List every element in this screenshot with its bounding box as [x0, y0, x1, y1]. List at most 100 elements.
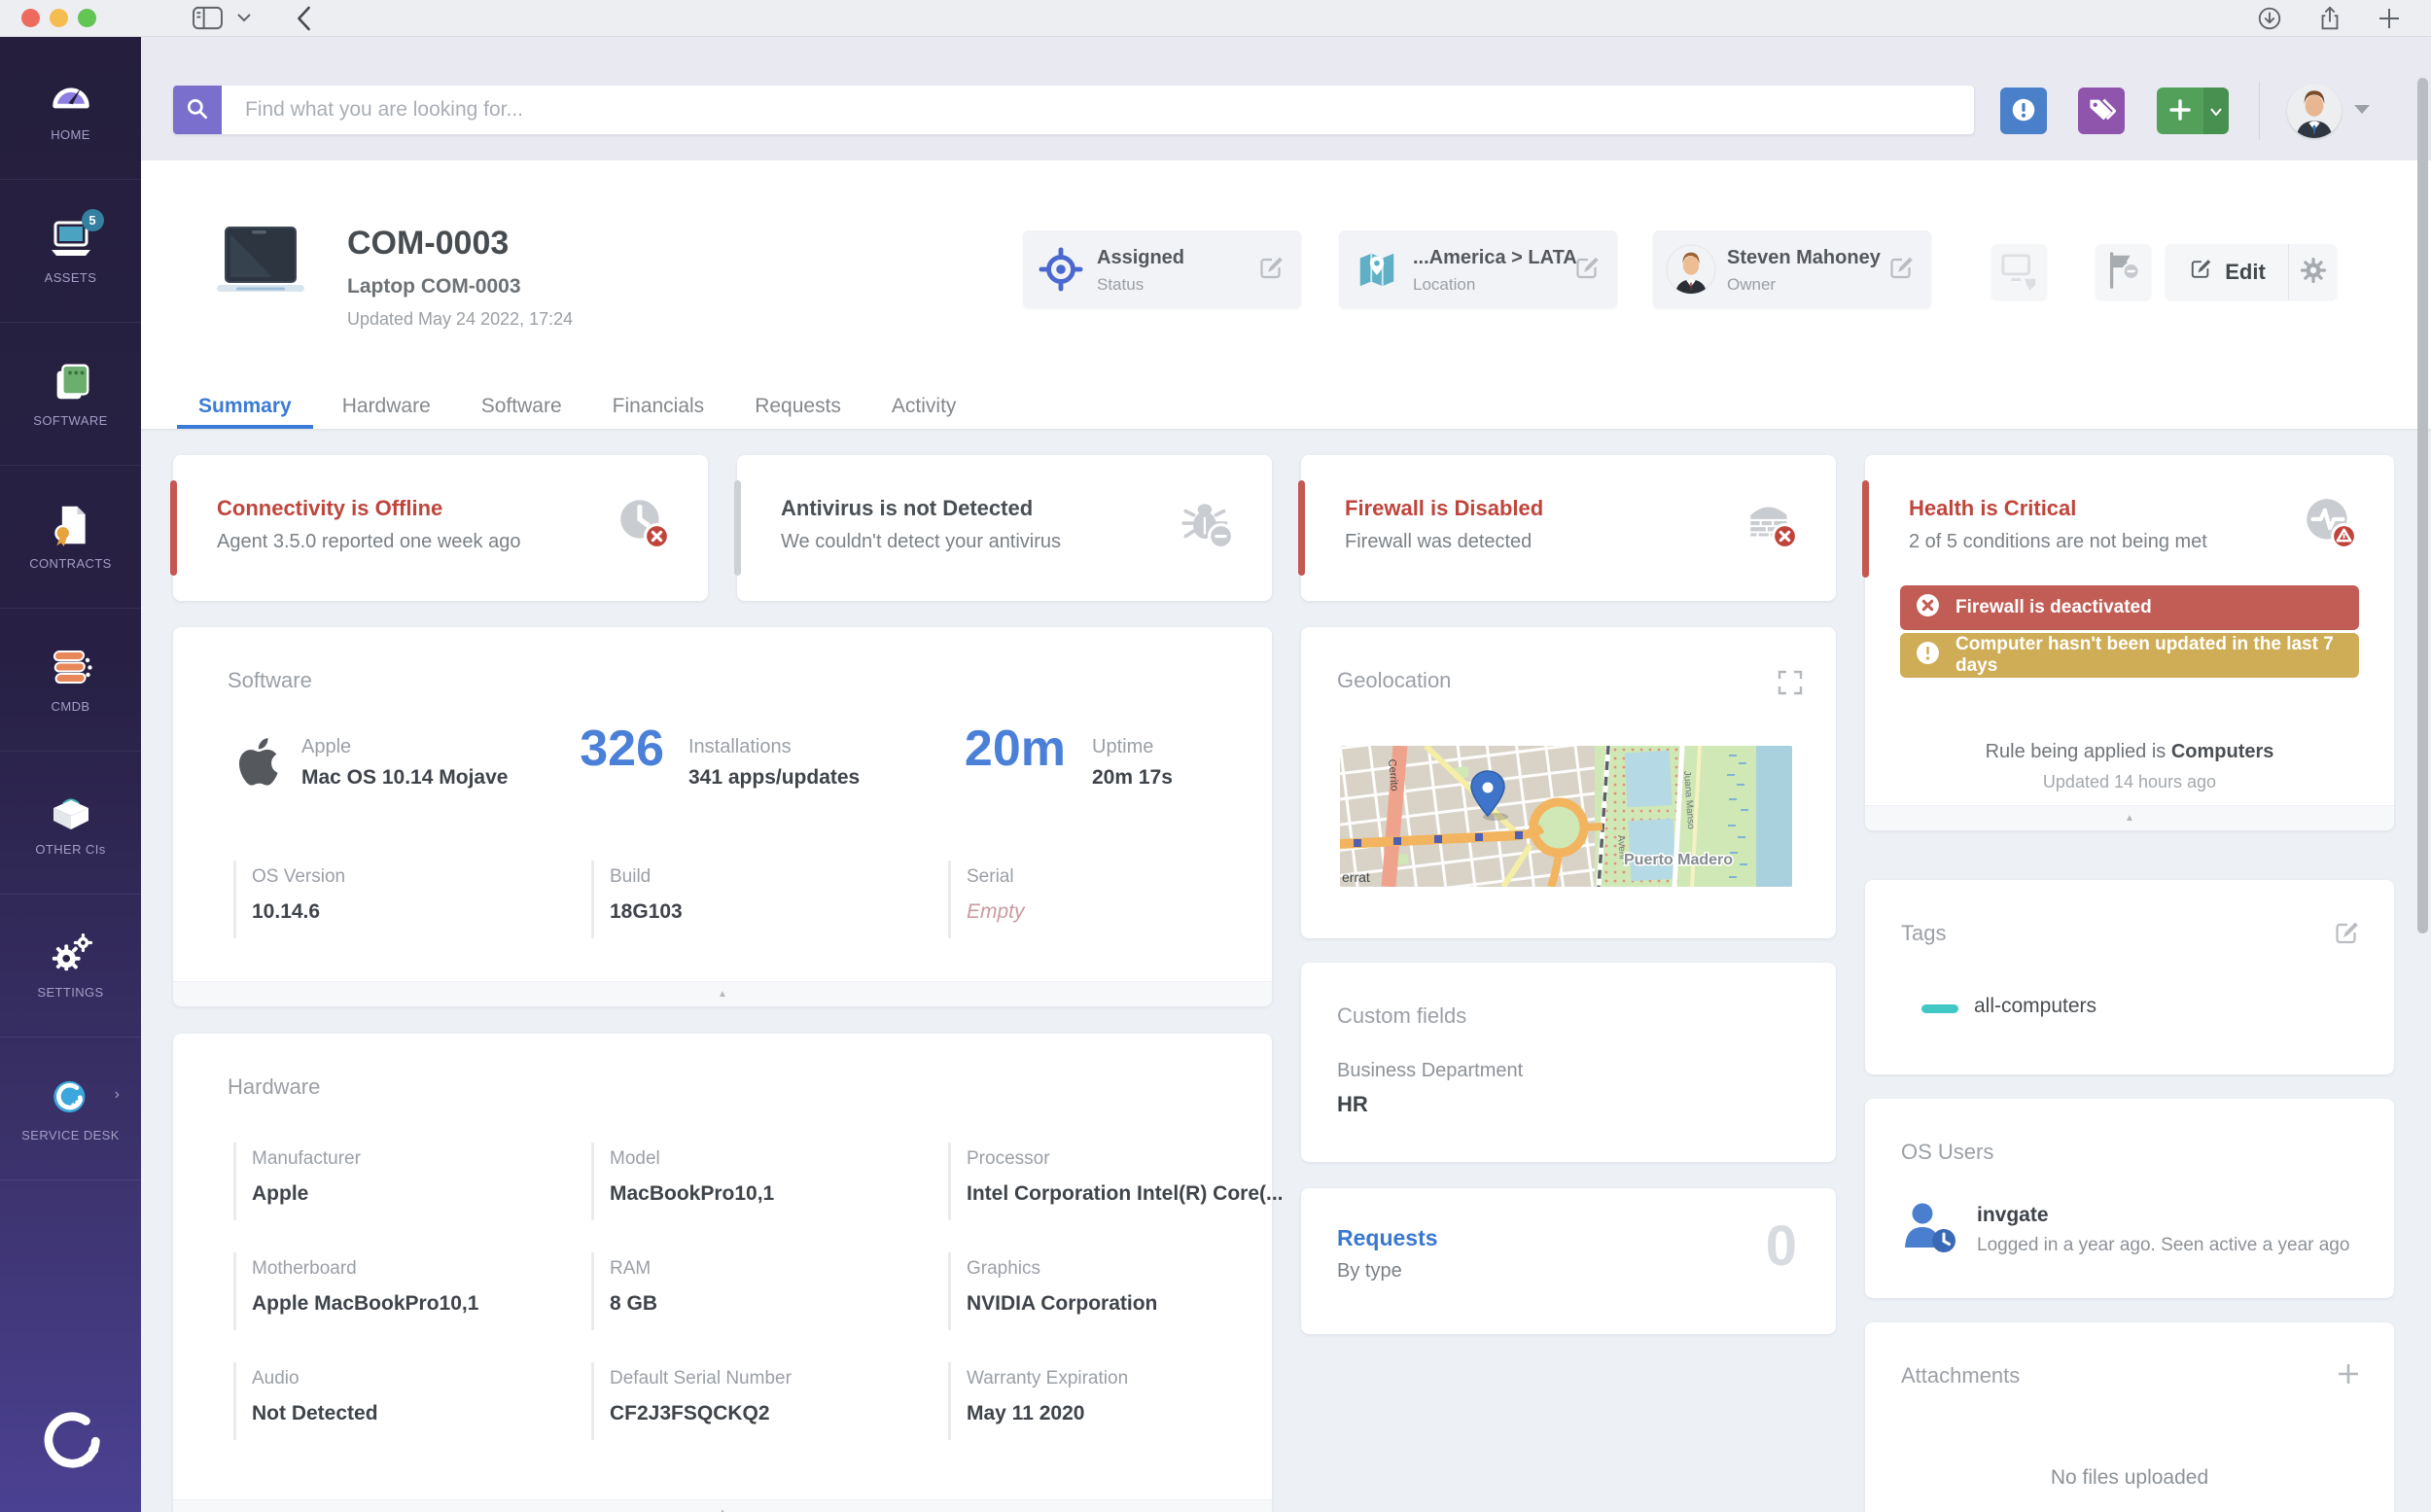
remote-connection-button[interactable] [1991, 244, 2047, 299]
hardware-field: Manufacturer Apple [233, 1143, 564, 1220]
requests-count: 0 [1765, 1214, 1797, 1278]
user-avatar[interactable] [2287, 84, 2342, 138]
firewall-wall-icon [1743, 494, 1799, 555]
tab-activity[interactable]: Activity [866, 384, 982, 429]
traffic-lights [21, 9, 96, 27]
flag-button[interactable] [2096, 244, 2151, 299]
add-attachment-icon[interactable] [2336, 1361, 2361, 1391]
chevron-down-icon[interactable] [237, 14, 251, 22]
tab-financials[interactable]: Financials [587, 384, 730, 429]
asset-subtitle: Laptop COM-0003 [347, 275, 521, 298]
tab-software[interactable]: Software [456, 384, 587, 429]
sidebar-item-contracts[interactable]: CONTRACTS [0, 466, 141, 609]
new-tab-icon[interactable] [2377, 6, 2402, 31]
health-rule-line: Rule being applied is Computers [1985, 741, 2274, 762]
antivirus-bug-icon [1179, 494, 1235, 555]
browser-back-button[interactable] [296, 5, 312, 32]
alert-title: Antivirus is not Detected [781, 496, 1034, 520]
status-value: Assigned [1097, 247, 1185, 268]
search-icon [185, 96, 210, 124]
sidebar-item-label: CONTRACTS [29, 556, 112, 571]
os-user-name: invgate [1977, 1204, 2049, 1226]
search-input[interactable] [222, 86, 1974, 134]
edit-owner-icon[interactable] [1886, 254, 1916, 288]
os-user-activity: Logged in a year ago. Seen active a year… [1977, 1235, 2350, 1255]
summary-content: Connectivity is Offline Agent 3.5.0 repo… [141, 430, 2431, 1512]
software-boxes-icon [48, 360, 94, 404]
minimize-window-button[interactable] [50, 9, 68, 27]
share-icon[interactable] [2316, 5, 2343, 32]
software-field: Build 18G103 [591, 861, 922, 938]
collapse-card-button[interactable]: ▲ [173, 1499, 1272, 1512]
health-rule-name: Computers [2170, 741, 2274, 762]
close-window-button[interactable] [21, 9, 40, 27]
attachments-empty-text: No files uploaded [2050, 1466, 2209, 1489]
sidebar-item-settings[interactable]: SETTINGS [0, 895, 141, 1037]
status-target-icon [1039, 247, 1083, 297]
edit-status-icon[interactable] [1256, 254, 1286, 288]
circle-x-icon [1916, 593, 1940, 623]
info-button[interactable] [2000, 88, 2047, 134]
health-updated: Updated 14 hours ago [2042, 772, 2217, 791]
download-icon[interactable] [2256, 5, 2283, 32]
sidebar-item-other-cis[interactable]: OTHER CIs [0, 752, 141, 895]
software-field: OS Version 10.14.6 [233, 861, 564, 938]
antivirus-alert-card: Antivirus is not Detected We couldn't de… [734, 455, 1272, 601]
user-menu-caret-icon[interactable] [2354, 105, 2370, 114]
tab-requests[interactable]: Requests [729, 384, 866, 429]
asset-settings-button[interactable] [2288, 244, 2337, 299]
user-clock-icon [1901, 1200, 1961, 1259]
sidebar-item-label: SERVICE DESK [21, 1128, 120, 1143]
sidebar-item-label: CMDB [51, 699, 90, 714]
collapse-card-button[interactable]: ▲ [1865, 805, 2394, 830]
scrollbar[interactable] [2417, 78, 2428, 933]
edit-location-icon[interactable] [1572, 254, 1602, 288]
search-button[interactable] [173, 86, 222, 134]
tags-card: Tags all-computers [1865, 880, 2394, 1074]
software-card-title: Software [228, 668, 312, 692]
sidebar-item-software[interactable]: SOFTWARE [0, 323, 141, 466]
geolocation-map[interactable]: Cerrito errat Juana Manso Aveni Puerto M… [1340, 746, 1792, 887]
window-titlebar [0, 0, 2431, 37]
toolbar-divider [2259, 82, 2260, 140]
edit-tags-icon[interactable] [2332, 919, 2361, 953]
sidebar-item-service-desk[interactable]: › SERVICE DESK [0, 1037, 141, 1180]
sidebar-item-cmdb[interactable]: CMDB [0, 609, 141, 752]
add-dropdown-button[interactable] [2203, 88, 2229, 134]
fullscreen-icon[interactable] [1778, 670, 1803, 700]
requests-link[interactable]: Requests [1337, 1225, 1438, 1251]
zoom-window-button[interactable] [78, 9, 96, 27]
tag-color-swatch [1921, 1004, 1958, 1013]
tags-button[interactable] [2078, 88, 2125, 134]
location-label: Location [1413, 275, 1476, 294]
add-button[interactable] [2157, 88, 2203, 134]
custom-fields-card: Custom fields Business Department HR [1301, 963, 1836, 1162]
browser-sidebar-toggle-icon[interactable] [192, 5, 224, 31]
edit-asset-button[interactable]: Edit [2166, 244, 2288, 299]
tab-summary[interactable]: Summary [173, 384, 317, 429]
hardware-field: Model MacBookPro10,1 [591, 1143, 922, 1220]
sidebar-item-home[interactable]: HOME [0, 37, 141, 180]
tab-hardware[interactable]: Hardware [317, 384, 456, 429]
sidebar-item-label: OTHER CIs [35, 842, 106, 857]
software-card: Software Apple Mac OS 10.14 Mojave 326 I… [173, 627, 1272, 1006]
gauge-icon [48, 74, 94, 119]
installations-value: 341 apps/updates [688, 766, 861, 789]
flag-minus-icon [2103, 251, 2144, 293]
sidebar-item-assets[interactable]: 5 ASSETS [0, 180, 141, 323]
sidebar: HOME 5 ASSETS SOFTWARE CONTRACTS CMDB OT… [0, 37, 141, 1512]
health-issue-warning: Computer hasn't been updated in the last… [1900, 633, 2359, 678]
owner-value: Steven Mahoney [1727, 247, 1881, 268]
contract-document-icon [48, 503, 94, 547]
app-window: HOME 5 ASSETS SOFTWARE CONTRACTS CMDB OT… [0, 0, 2431, 1512]
collapse-card-button[interactable]: ▲ [173, 981, 1272, 1006]
global-search [173, 86, 1974, 134]
connectivity-alert-card: Connectivity is Offline Agent 3.5.0 repo… [170, 455, 708, 601]
service-desk-logo-icon [48, 1074, 94, 1119]
tag-item[interactable]: all-computers [1974, 995, 2096, 1018]
alert-title: Firewall is Disabled [1345, 496, 1544, 520]
plus-icon [2168, 98, 2192, 124]
os-users-title: OS Users [1901, 1140, 1994, 1164]
sidebar-item-label: ASSETS [44, 270, 97, 285]
hardware-field: Warranty Expiration May 11 2020 [948, 1362, 1279, 1440]
